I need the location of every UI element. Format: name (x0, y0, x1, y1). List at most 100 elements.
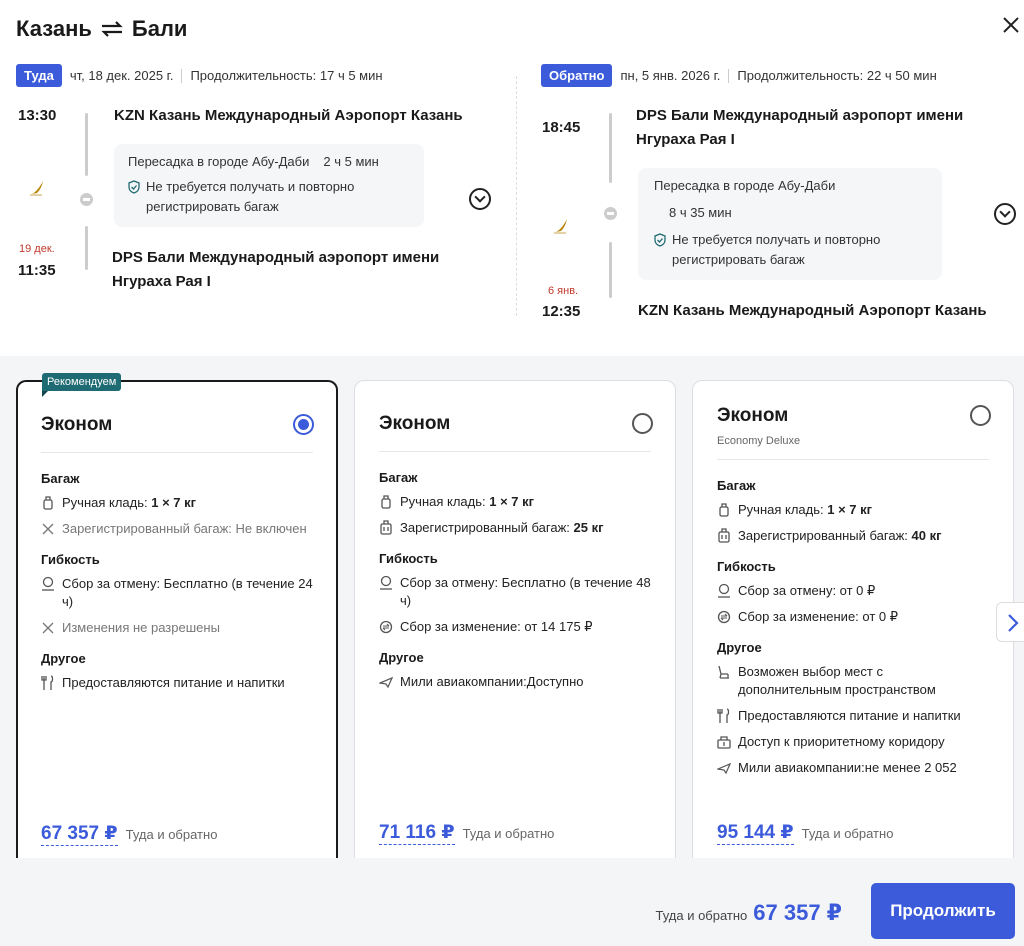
destination-city: Бали (131, 16, 188, 41)
baggage-title: Багаж (717, 478, 756, 493)
miles-plane-icon (379, 676, 393, 689)
extra-legroom-text: Возможен выбор мест с дополнительным про… (738, 664, 936, 697)
inbound-meta: Обратно пн, 5 янв. 2026 г. Продолжительн… (541, 64, 937, 87)
hand-luggage-value: 1 × 7 кг (151, 495, 197, 510)
checked-baggage-label: Зарегистрированный багаж: Не включен (62, 521, 307, 536)
inbound-dep-time: 18:45 (542, 119, 581, 136)
inbound-expand-chevron-icon[interactable] (994, 203, 1016, 225)
footer-total: Туда и обратно 67 357 ₽ (655, 900, 842, 926)
origin-city: Казань (16, 16, 92, 41)
timeline-line (609, 113, 612, 183)
outbound-transfer-box: Пересадка в городе Абу-Даби 2 ч 5 мин Не… (114, 144, 424, 227)
fare-name: Эконом (379, 413, 451, 434)
suitcase-icon (380, 520, 392, 535)
outbound-date: чт, 18 дек. 2025 г. (69, 68, 174, 83)
swap-arrows-icon (101, 21, 123, 37)
meal-icon (41, 675, 54, 690)
divider (717, 459, 989, 460)
hand-luggage-label: Ручная кладь: (62, 495, 152, 510)
outbound-meta: Туда чт, 18 дек. 2025 г. Продолжительнос… (16, 64, 383, 87)
fare-price[interactable]: 95 144 ₽ (717, 821, 794, 845)
change-fee-text: Сбор за изменение: от 14 175 ₽ (400, 619, 593, 634)
outbound-arr-airport: DPS Бали Международный аэропорт имени Нг… (112, 249, 440, 290)
shield-check-icon (654, 233, 666, 247)
miles-feature: Мили авиакомпании:не менее 2 052 (717, 759, 989, 777)
fare-price[interactable]: 71 116 ₽ (379, 821, 455, 845)
exchange-icon (717, 610, 731, 624)
continue-button[interactable]: Продолжить (871, 883, 1015, 939)
inbound-arr-time: 12:35 (542, 303, 581, 320)
transfer-city: Пересадка в городе Абу-Даби (654, 178, 836, 193)
flexibility-title: Гибкость (717, 559, 776, 574)
priority-lane-icon (717, 736, 731, 749)
timeline-transfer-dot (604, 207, 617, 220)
outbound-dep-time: 13:30 (18, 107, 57, 124)
checked-baggage-value: 25 кг (573, 520, 604, 535)
other-title: Другое (717, 640, 762, 655)
outbound-duration: Продолжительность: 17 ч 5 мин (190, 68, 383, 83)
total-price: 67 357 ₽ (753, 900, 842, 925)
extra-legroom-feature: Возможен выбор мест с дополнительным про… (717, 663, 989, 699)
airline-logo-icon (554, 219, 567, 234)
cancel-fee: Сбор за отмену: от 0 ₽ (717, 582, 989, 600)
baggage-title: Багаж (379, 470, 418, 485)
change-fee: Сбор за изменение: от 14 175 ₽ (379, 618, 651, 636)
change-fee: Изменения не разрешены (41, 619, 313, 637)
checked-baggage: Зарегистрированный багаж: 40 кг (717, 527, 989, 545)
refund-icon (380, 575, 392, 590)
meal-icon (717, 708, 730, 723)
hand-luggage: Ручная кладь: 1 × 7 кг (41, 494, 313, 512)
fare-card-economy-2[interactable]: Эконом Багаж Ручная кладь: 1 × 7 кг Заре… (354, 380, 676, 858)
priority-text: Доступ к приоритетному коридору (738, 734, 945, 749)
fare-name: Эконом (41, 414, 113, 435)
miles-text: Мили авиакомпании:Доступно (400, 674, 584, 689)
miles-feature: Мили авиакомпании:Доступно (379, 673, 651, 691)
timeline-line (85, 113, 88, 176)
exchange-icon (379, 620, 393, 634)
outbound-dep-airport: KZN Казань Международный Аэропорт Казань (114, 107, 463, 124)
checked-baggage-value: 40 кг (911, 528, 942, 543)
hand-luggage-icon (381, 495, 391, 509)
close-icon[interactable] (998, 12, 1024, 38)
other-title: Другое (41, 651, 86, 666)
transfer-duration: 2 ч 5 мин (323, 154, 379, 169)
flexibility-title: Гибкость (379, 551, 438, 566)
inbound-date: пн, 5 янв. 2026 г. (620, 68, 721, 83)
checked-baggage: Зарегистрированный багаж: 25 кг (379, 519, 651, 537)
fare-card-economy[interactable]: Рекомендуем Эконом Багаж Ручная кладь: 1… (16, 373, 338, 858)
cancel-fee-text: Сбор за отмену: Бесплатно (в течение 24 … (62, 576, 313, 609)
flexibility-title: Гибкость (41, 552, 100, 567)
shield-check-icon (128, 180, 140, 194)
divider (181, 68, 183, 83)
checked-baggage: Зарегистрированный багаж: Не включен (41, 520, 313, 538)
total-label: Туда и обратно (655, 908, 748, 923)
timeline-line (609, 242, 612, 298)
cancel-fee-text: Сбор за отмену: Бесплатно (в течение 48 … (400, 575, 651, 608)
fare-price-label: Туда и обратно (801, 826, 894, 841)
transfer-city: Пересадка в городе Абу-Даби (128, 154, 310, 169)
cross-icon (42, 523, 54, 535)
cross-icon (42, 622, 54, 634)
baggage-note: Не требуется получать и повторно регистр… (146, 179, 355, 214)
fare-name: Эконом (717, 405, 789, 426)
meal-feature: Предоставляются питание и напитки (41, 674, 313, 692)
outbound-expand-chevron-icon[interactable] (469, 188, 491, 210)
refund-icon (718, 583, 730, 598)
change-fee-text: Сбор за изменение: от 0 ₽ (738, 609, 899, 624)
outbound-badge: Туда (16, 64, 62, 87)
meal-feature: Предоставляются питание и напитки (717, 707, 989, 725)
outbound-arr-date: 19 дек. (19, 243, 55, 255)
fare-card-economy-deluxe[interactable]: Эконом Economy Deluxe Багаж Ручная кладь… (692, 380, 1014, 858)
route-title: Казань Бали (16, 16, 187, 42)
next-fares-button[interactable] (996, 602, 1024, 642)
priority-feature: Доступ к приоритетному коридору (717, 733, 989, 751)
other-title: Другое (379, 650, 424, 665)
inbound-dep-airport: DPS Бали Международный аэропорт имени Нг… (636, 107, 964, 148)
cancel-fee: Сбор за отмену: Бесплатно (в течение 48 … (379, 574, 651, 610)
fare-price[interactable]: 67 357 ₽ (41, 822, 118, 846)
inbound-badge: Обратно (541, 64, 613, 87)
hand-luggage-label: Ручная кладь: (400, 494, 490, 509)
meal-text: Предоставляются питание и напитки (738, 708, 961, 723)
fare-price-label: Туда и обратно (125, 827, 218, 842)
divider (41, 452, 313, 453)
